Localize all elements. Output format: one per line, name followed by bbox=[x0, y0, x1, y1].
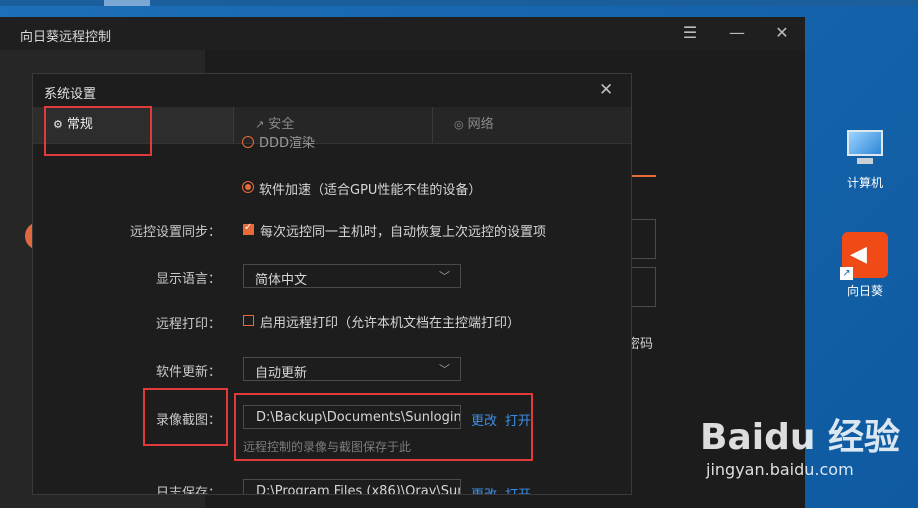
chevron-down-icon: ﹀ bbox=[439, 270, 450, 283]
language-select[interactable]: 简体中文 ﹀ bbox=[243, 264, 461, 288]
log-open-link[interactable]: 打开 bbox=[505, 484, 531, 494]
update-value: 自动更新 bbox=[255, 366, 308, 381]
tab-network-label: 网络 bbox=[467, 117, 494, 132]
sync-checkbox[interactable] bbox=[243, 222, 254, 235]
tab-network[interactable]: ◎ 网络 bbox=[432, 107, 631, 143]
annotation-box-general-tab bbox=[44, 106, 152, 156]
sync-text: 每次远控同一主机时，自动恢复上次远控的设置项 bbox=[260, 225, 547, 240]
update-label: 软件更新： bbox=[155, 365, 221, 380]
render-radio[interactable] bbox=[242, 136, 254, 148]
print-text: 启用远程打印（允许本机文档在主控端打印） bbox=[260, 316, 521, 331]
taskbar-active-item[interactable] bbox=[104, 0, 150, 6]
taskbar-strip bbox=[0, 0, 918, 6]
tab-security-label: 安全 bbox=[268, 117, 295, 132]
log-path-field[interactable]: D:\Program Files (x86)\Oray\Sun bbox=[243, 479, 461, 495]
annotation-box-record-label bbox=[143, 388, 228, 446]
software-accel-radio[interactable] bbox=[242, 181, 254, 193]
dialog-close-icon[interactable]: ✕ bbox=[599, 80, 613, 100]
active-tab-underline bbox=[632, 175, 656, 177]
update-select[interactable]: 自动更新 ﹀ bbox=[243, 357, 461, 381]
computer-icon bbox=[843, 128, 887, 168]
log-label: 日志保存： bbox=[155, 486, 221, 495]
print-checkbox[interactable] bbox=[243, 315, 254, 326]
network-icon: ◎ bbox=[454, 118, 464, 131]
annotation-box-record-path bbox=[234, 393, 533, 461]
main-titlebar: 向日葵远程控制 ☰ — ✕ bbox=[0, 17, 805, 50]
log-change-link[interactable]: 更改 bbox=[471, 484, 497, 494]
sync-label: 远控设置同步： bbox=[129, 225, 221, 240]
language-label: 显示语言： bbox=[155, 272, 221, 287]
dialog-title: 系统设置 bbox=[44, 87, 97, 102]
desktop-icon-computer-label: 计算机 bbox=[846, 176, 883, 190]
minimize-icon[interactable]: — bbox=[726, 23, 748, 43]
shield-icon: ↗ bbox=[255, 118, 265, 131]
menu-icon[interactable]: ☰ bbox=[679, 23, 701, 43]
language-value: 简体中文 bbox=[255, 273, 308, 288]
baidu-watermark: Baidu 经验 jingyan.baidu.com bbox=[700, 400, 910, 490]
desktop-icon-sunlogin-label: 向日葵 bbox=[846, 284, 883, 298]
desktop-icon-sunlogin[interactable]: ◀ ↗ 向日葵 bbox=[830, 232, 900, 299]
log-path-value: D:\Program Files (x86)\Oray\Sun bbox=[256, 484, 461, 495]
close-icon[interactable]: ✕ bbox=[771, 23, 793, 43]
watermark-brand: Baidu 经验 bbox=[700, 417, 901, 458]
watermark-url: jingyan.baidu.com bbox=[706, 460, 854, 479]
render-option-label: DDD渲染 bbox=[259, 136, 316, 151]
sunlogin-icon: ◀ ↗ bbox=[840, 232, 888, 280]
software-accel-label: 软件加速（适合GPU性能不佳的设备） bbox=[259, 183, 482, 198]
desktop-icon-computer[interactable]: 计算机 bbox=[830, 128, 900, 191]
print-label: 远程打印： bbox=[155, 317, 221, 332]
chevron-down-icon: ﹀ bbox=[439, 363, 450, 376]
main-window-title: 向日葵远程控制 bbox=[20, 30, 112, 45]
